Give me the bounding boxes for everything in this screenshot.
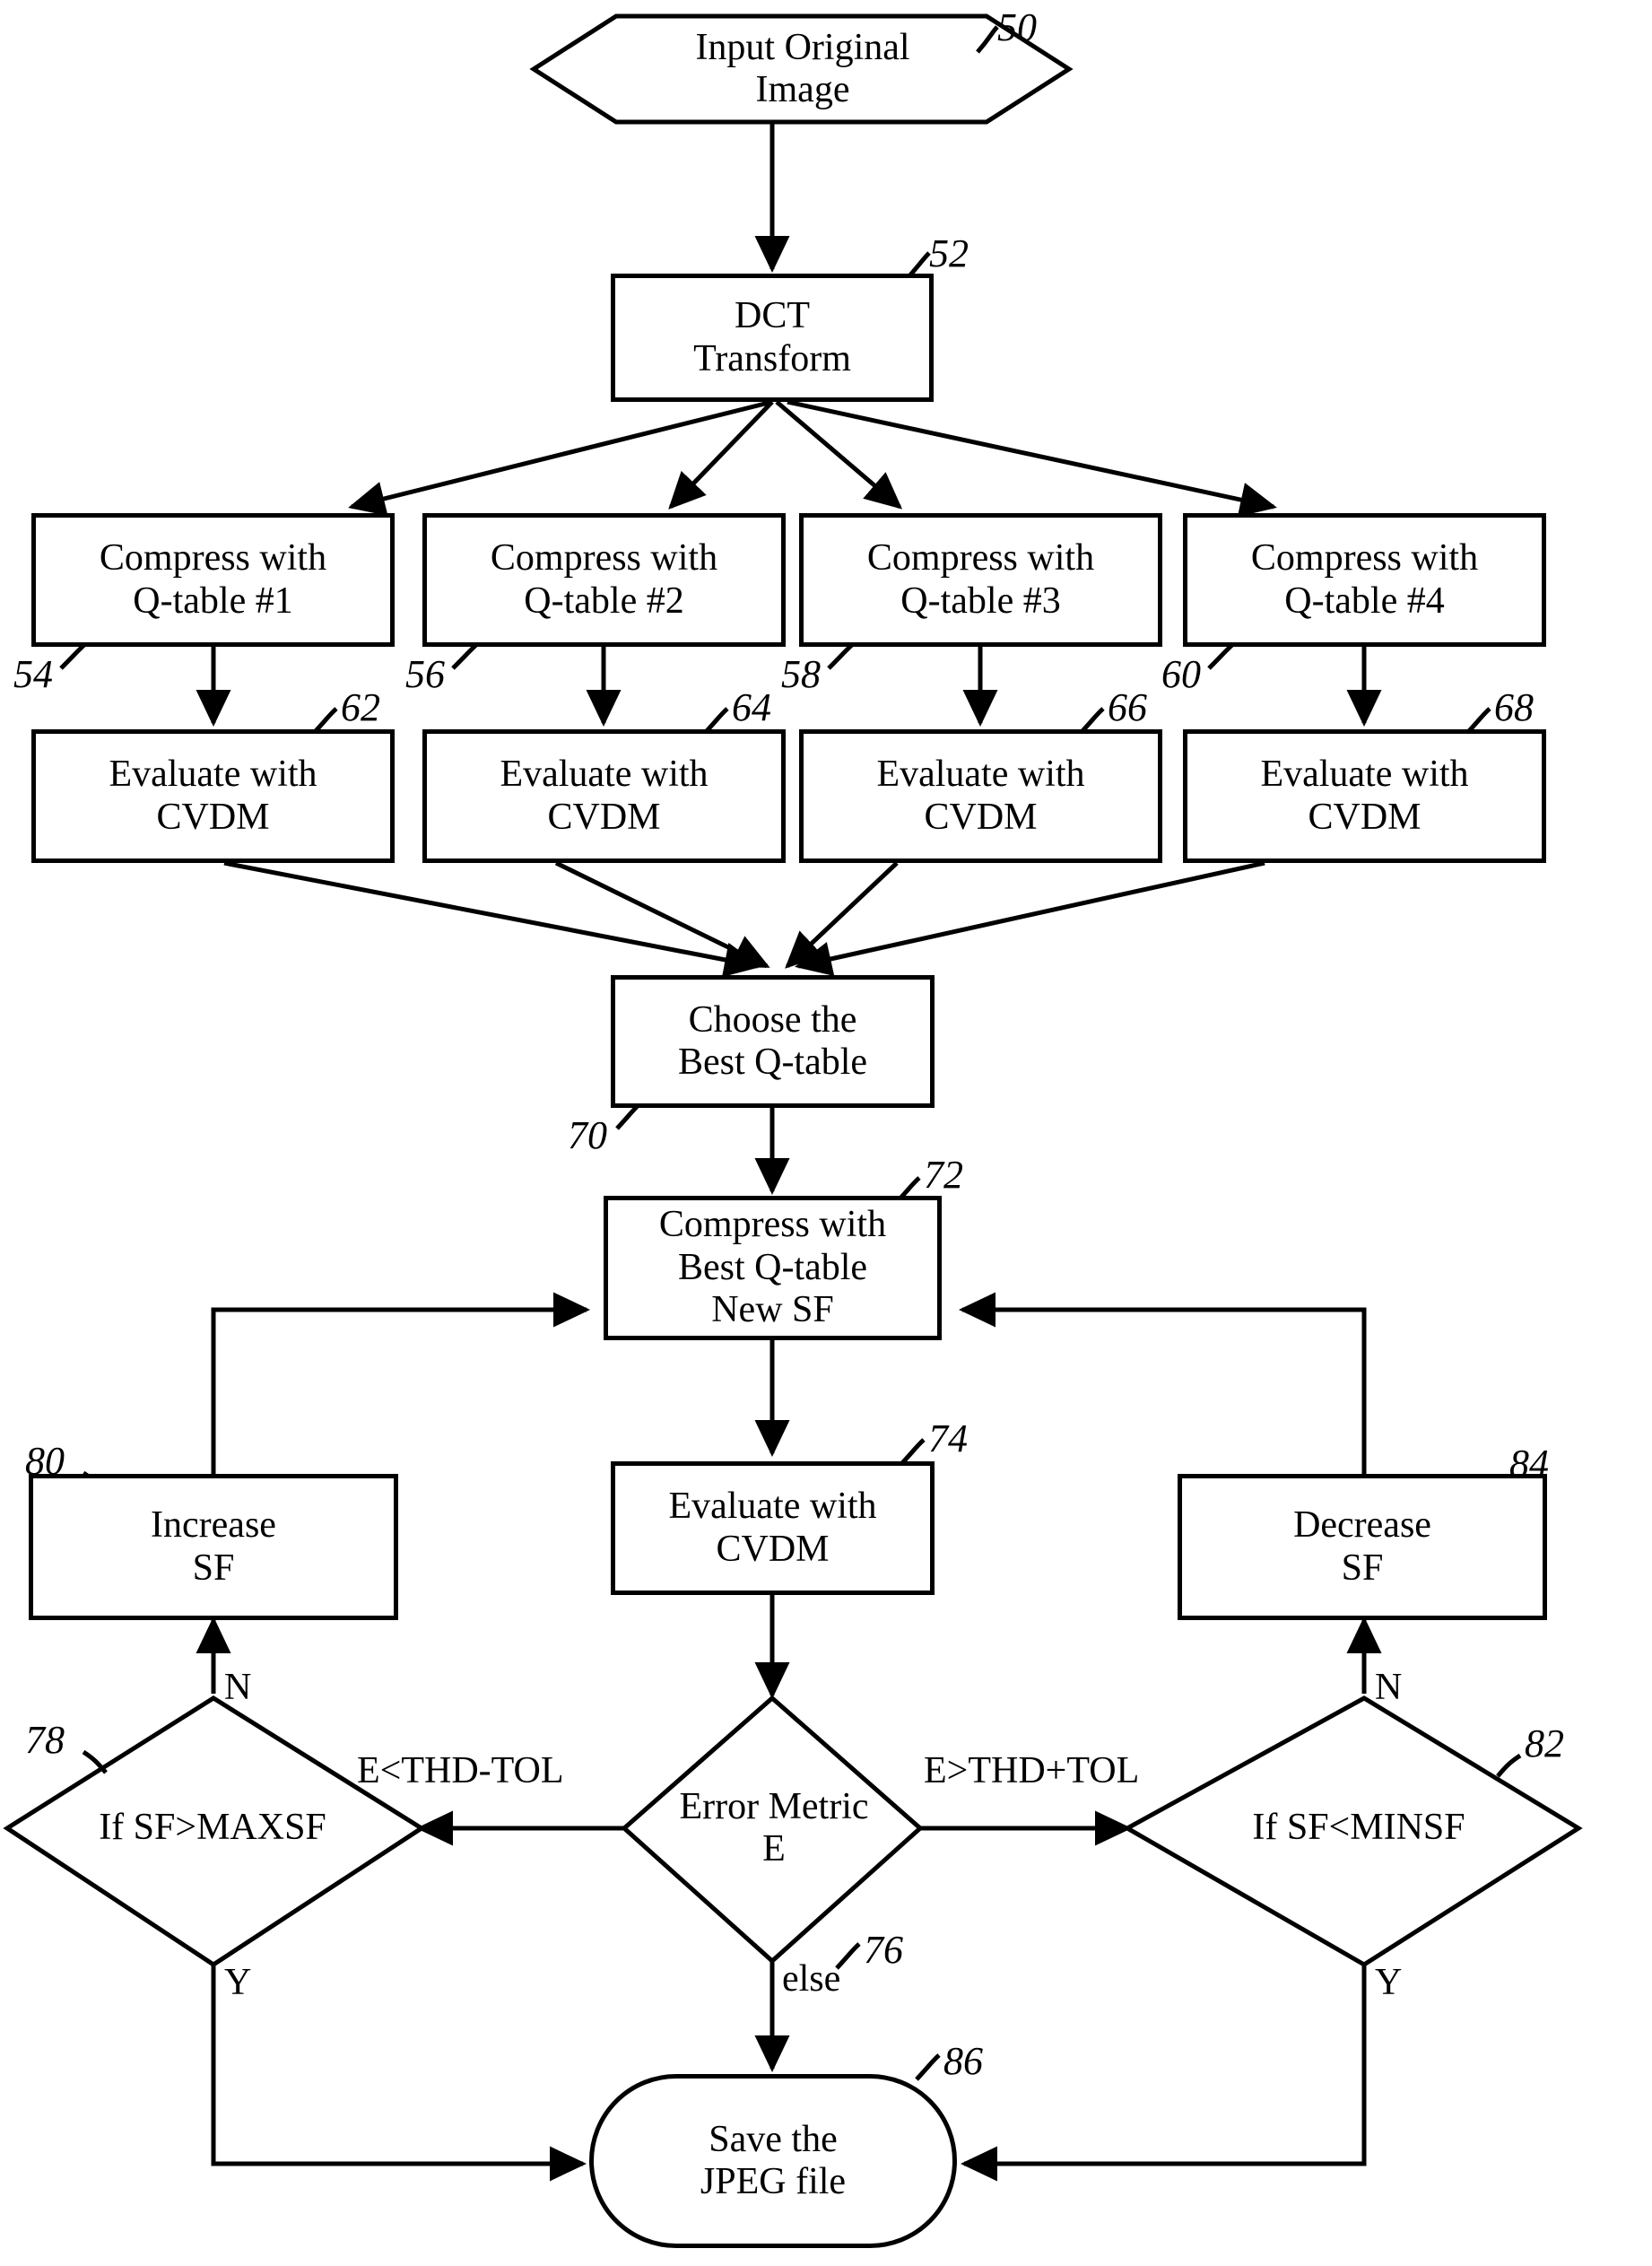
- ref-84: 84: [1509, 1442, 1549, 1486]
- ref-60: 60: [1161, 652, 1201, 696]
- ref-66: 66: [1108, 685, 1147, 729]
- node-evaluate-cvdm-main[interactable]: Evaluate with CVDM: [611, 1461, 935, 1595]
- ref-54: 54: [13, 652, 53, 696]
- edge-66-70: [785, 861, 899, 969]
- node-label: Evaluate with CVDM: [109, 754, 317, 838]
- node-evaluate-cvdm-4[interactable]: Evaluate with CVDM: [1183, 729, 1546, 863]
- node-compress-qtable-3[interactable]: Compress with Q-table #3: [799, 513, 1162, 647]
- node-compress-best-qtable-new-sf[interactable]: Compress with Best Q-table New SF: [604, 1196, 942, 1340]
- node-evaluate-cvdm-3[interactable]: Evaluate with CVDM: [799, 729, 1162, 863]
- edge-62-70: [223, 860, 761, 978]
- ref-50: 50: [997, 5, 1037, 49]
- leader-86: [915, 2053, 941, 2081]
- node-compress-qtable-4[interactable]: Compress with Q-table #4: [1183, 513, 1546, 647]
- node-label: Decrease SF: [1293, 1504, 1431, 1589]
- node-label: Save the JPEG file: [700, 2118, 847, 2202]
- edge-82-86: [961, 1965, 1367, 2182]
- node-label: Evaluate with CVDM: [876, 754, 1085, 838]
- edge-label-n-78: N: [224, 1667, 252, 1708]
- ref-78: 78: [25, 1718, 65, 1762]
- edge-label-e-lt-thd-tol: E<THD-TOL: [357, 1750, 564, 1791]
- leader-58: [827, 642, 855, 670]
- node-save-jpeg-file[interactable]: Save the JPEG file: [589, 2074, 957, 2248]
- ref-86: 86: [943, 2039, 983, 2083]
- node-label: Compress with Q-table #1: [99, 537, 327, 622]
- node-label: If SF<MINSF: [1252, 1807, 1465, 1849]
- ref-82: 82: [1525, 1721, 1564, 1765]
- leader-56: [451, 642, 479, 670]
- node-label: Evaluate with CVDM: [500, 754, 709, 838]
- leader-82: [1496, 1753, 1522, 1778]
- ref-74: 74: [928, 1416, 968, 1460]
- node-choose-best-qtable[interactable]: Choose the Best Q-table: [611, 975, 935, 1108]
- node-evaluate-cvdm-2[interactable]: Evaluate with CVDM: [422, 729, 786, 863]
- edge-label-else: else: [782, 1958, 841, 2000]
- node-label: Error Metric E: [679, 1785, 869, 1869]
- ref-58: 58: [781, 652, 821, 696]
- node-label: DCT Transform: [693, 295, 851, 379]
- node-increase-sf[interactable]: Increase SF: [29, 1474, 398, 1620]
- ref-64: 64: [732, 685, 771, 729]
- node-dct-transform[interactable]: DCT Transform: [611, 274, 934, 402]
- edge-52-58: [775, 400, 903, 510]
- edge-label-y-82: Y: [1375, 1962, 1403, 2003]
- node-label: Compress with Q-table #2: [490, 537, 718, 622]
- leader-78: [82, 1749, 108, 1774]
- node-if-sf-lt-minsf[interactable]: If SF<MINSF: [1166, 1790, 1552, 1867]
- node-decrease-sf[interactable]: Decrease SF: [1178, 1474, 1547, 1620]
- ref-72: 72: [924, 1153, 963, 1197]
- node-label: Evaluate with CVDM: [1260, 754, 1469, 838]
- flowchart-figure: Input Original Image DCT Transform Compr…: [0, 0, 1652, 2266]
- edge-label-n-82: N: [1375, 1667, 1403, 1708]
- edge-78-86: [211, 1965, 587, 2182]
- leader-60: [1207, 642, 1235, 670]
- node-label: Evaluate with CVDM: [668, 1486, 877, 1570]
- edge-84-72: [959, 1292, 1367, 1474]
- ref-76: 76: [864, 1928, 903, 1972]
- node-compress-qtable-2[interactable]: Compress with Q-table #2: [422, 513, 786, 647]
- edge-52-54: [348, 399, 773, 516]
- edge-label-y-78: Y: [224, 1962, 252, 2003]
- ref-62: 62: [341, 685, 380, 729]
- node-label: Compress with Q-table #3: [866, 537, 1095, 622]
- leader-74: [900, 1438, 926, 1466]
- node-if-sf-gt-maxsf[interactable]: If SF>MAXSF: [20, 1790, 405, 1867]
- node-label: If SF>MAXSF: [99, 1807, 326, 1849]
- node-input-original-image[interactable]: Input Original Image: [534, 16, 1072, 122]
- node-label: Increase SF: [151, 1504, 276, 1589]
- ref-68: 68: [1494, 685, 1534, 729]
- node-evaluate-cvdm-1[interactable]: Evaluate with CVDM: [31, 729, 395, 863]
- ref-70: 70: [568, 1113, 607, 1157]
- node-label: Choose the Best Q-table: [677, 998, 868, 1083]
- leader-54: [59, 642, 87, 670]
- edge-68-70: [795, 860, 1265, 977]
- node-compress-qtable-1[interactable]: Compress with Q-table #1: [31, 513, 395, 647]
- edge-label-e-gt-thd-tol: E>THD+TOL: [924, 1750, 1140, 1791]
- edge-64-70: [554, 860, 770, 969]
- ref-52: 52: [929, 231, 969, 275]
- leader-70: [615, 1102, 641, 1130]
- node-label: Compress with Best Q-table New SF: [658, 1204, 887, 1331]
- ref-80: 80: [25, 1439, 65, 1483]
- edge-52-60: [787, 399, 1277, 518]
- edge-80-72: [211, 1292, 590, 1474]
- edge-52-56: [668, 400, 774, 510]
- node-error-metric[interactable]: Error Metric E: [644, 1761, 904, 1896]
- ref-56: 56: [405, 652, 445, 696]
- node-label: Compress with Q-table #4: [1250, 537, 1479, 622]
- node-label: Input Original Image: [695, 26, 910, 110]
